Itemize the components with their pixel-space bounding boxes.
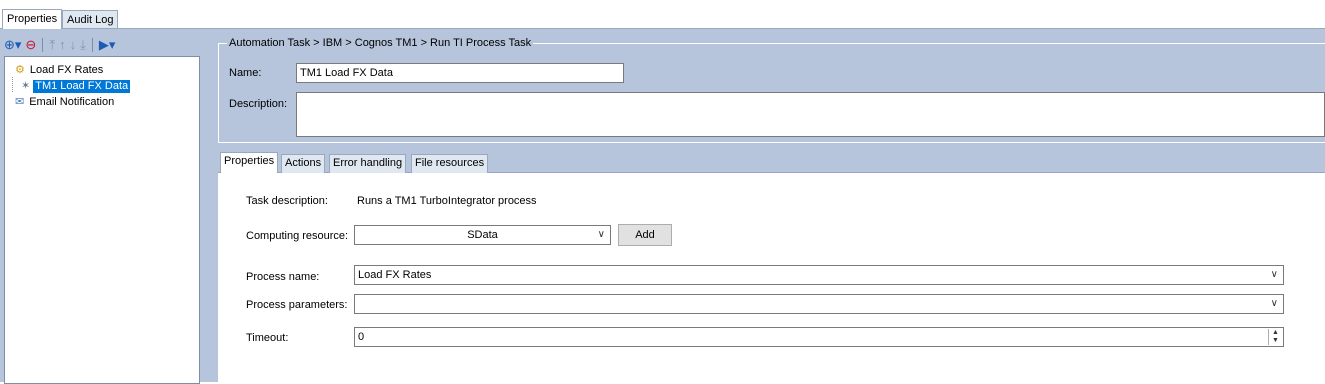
tree-item-tm1-load-fx-data[interactable]: ✶ TM1 Load FX Data <box>21 80 131 93</box>
process-name-value: Load FX Rates <box>358 269 432 281</box>
tab-properties[interactable]: Properties <box>2 9 63 29</box>
computing-resource-select[interactable]: SData ∨ <box>354 225 611 245</box>
tm1-process-icon: ✶ <box>21 80 31 92</box>
remove-icon[interactable]: ⊖ <box>25 37 36 53</box>
name-field[interactable]: TM1 Load FX Data <box>296 63 624 83</box>
add-icon[interactable]: ⊕▾ <box>4 37 21 53</box>
add-resource-button[interactable]: Add <box>618 224 672 246</box>
timeout-value: 0 <box>358 331 365 343</box>
process-name-label: Process name: <box>246 271 320 283</box>
inner-tab-error-handling[interactable]: Error handling <box>329 154 407 173</box>
inner-tab-actions[interactable]: Actions <box>281 154 326 173</box>
description-label: Description: <box>229 98 288 110</box>
tree-connector <box>12 77 13 92</box>
group-border <box>218 43 219 143</box>
process-parameters-label: Process parameters: <box>246 299 348 311</box>
tree-item-load-fx-rates[interactable]: ⚙ Load FX Rates <box>15 64 105 77</box>
task-description-label: Task description: <box>246 195 328 207</box>
tree-item-label: Load FX Rates <box>29 64 104 76</box>
chevron-down-icon: ∨ <box>1270 298 1278 309</box>
tree-toolbar: ⊕▾ ⊖ ⤒ ↑ ↓ ⤓ ▶▾ <box>4 36 115 54</box>
panel-splitter[interactable] <box>201 36 213 382</box>
tab-audit-log[interactable]: Audit Log <box>62 10 119 29</box>
description-field[interactable] <box>296 92 1325 137</box>
top-tab-strip <box>0 8 1325 29</box>
toolbar-separator <box>42 38 44 52</box>
move-bottom-icon[interactable]: ⤓ <box>80 37 86 53</box>
tree-item-email-notification[interactable]: ✉ Email Notification <box>15 96 116 109</box>
computing-resource-label: Computing resource: <box>246 230 349 242</box>
chevron-down-icon: ∨ <box>597 229 605 240</box>
task-description-value: Runs a TM1 TurboIntegrator process <box>357 195 537 207</box>
tree-item-label: TM1 Load FX Data <box>33 80 131 93</box>
move-down-icon[interactable]: ↓ <box>70 37 77 53</box>
task-tree[interactable]: ⚙ Load FX Rates ✶ TM1 Load FX Data ✉ Ema… <box>4 56 200 384</box>
toolbar-separator <box>91 38 93 52</box>
computing-resource-value: SData <box>467 229 498 241</box>
task-type-breadcrumb: Automation Task > IBM > Cognos TM1 > Run… <box>227 36 534 50</box>
run-icon[interactable]: ▶▾ <box>99 37 116 53</box>
chevron-down-icon: ∨ <box>1270 269 1278 280</box>
name-label: Name: <box>229 67 262 79</box>
inner-tab-properties[interactable]: Properties <box>220 152 279 173</box>
timeout-stepper[interactable]: 0 ▲ ▼ <box>354 327 1284 347</box>
task-group-icon: ⚙ <box>15 64 25 76</box>
process-parameters-select[interactable]: ∨ <box>354 294 1284 314</box>
process-name-select[interactable]: Load FX Rates ∨ <box>354 265 1284 285</box>
inner-tab-file-resources[interactable]: File resources <box>411 154 489 173</box>
spinner-icon[interactable]: ▲ ▼ <box>1268 329 1282 345</box>
email-task-icon: ✉ <box>15 96 25 108</box>
group-border <box>218 142 1325 143</box>
move-top-icon[interactable]: ⤒ <box>49 37 55 53</box>
tree-item-label: Email Notification <box>29 96 115 108</box>
move-up-icon[interactable]: ↑ <box>59 37 66 53</box>
timeout-label: Timeout: <box>246 332 289 344</box>
